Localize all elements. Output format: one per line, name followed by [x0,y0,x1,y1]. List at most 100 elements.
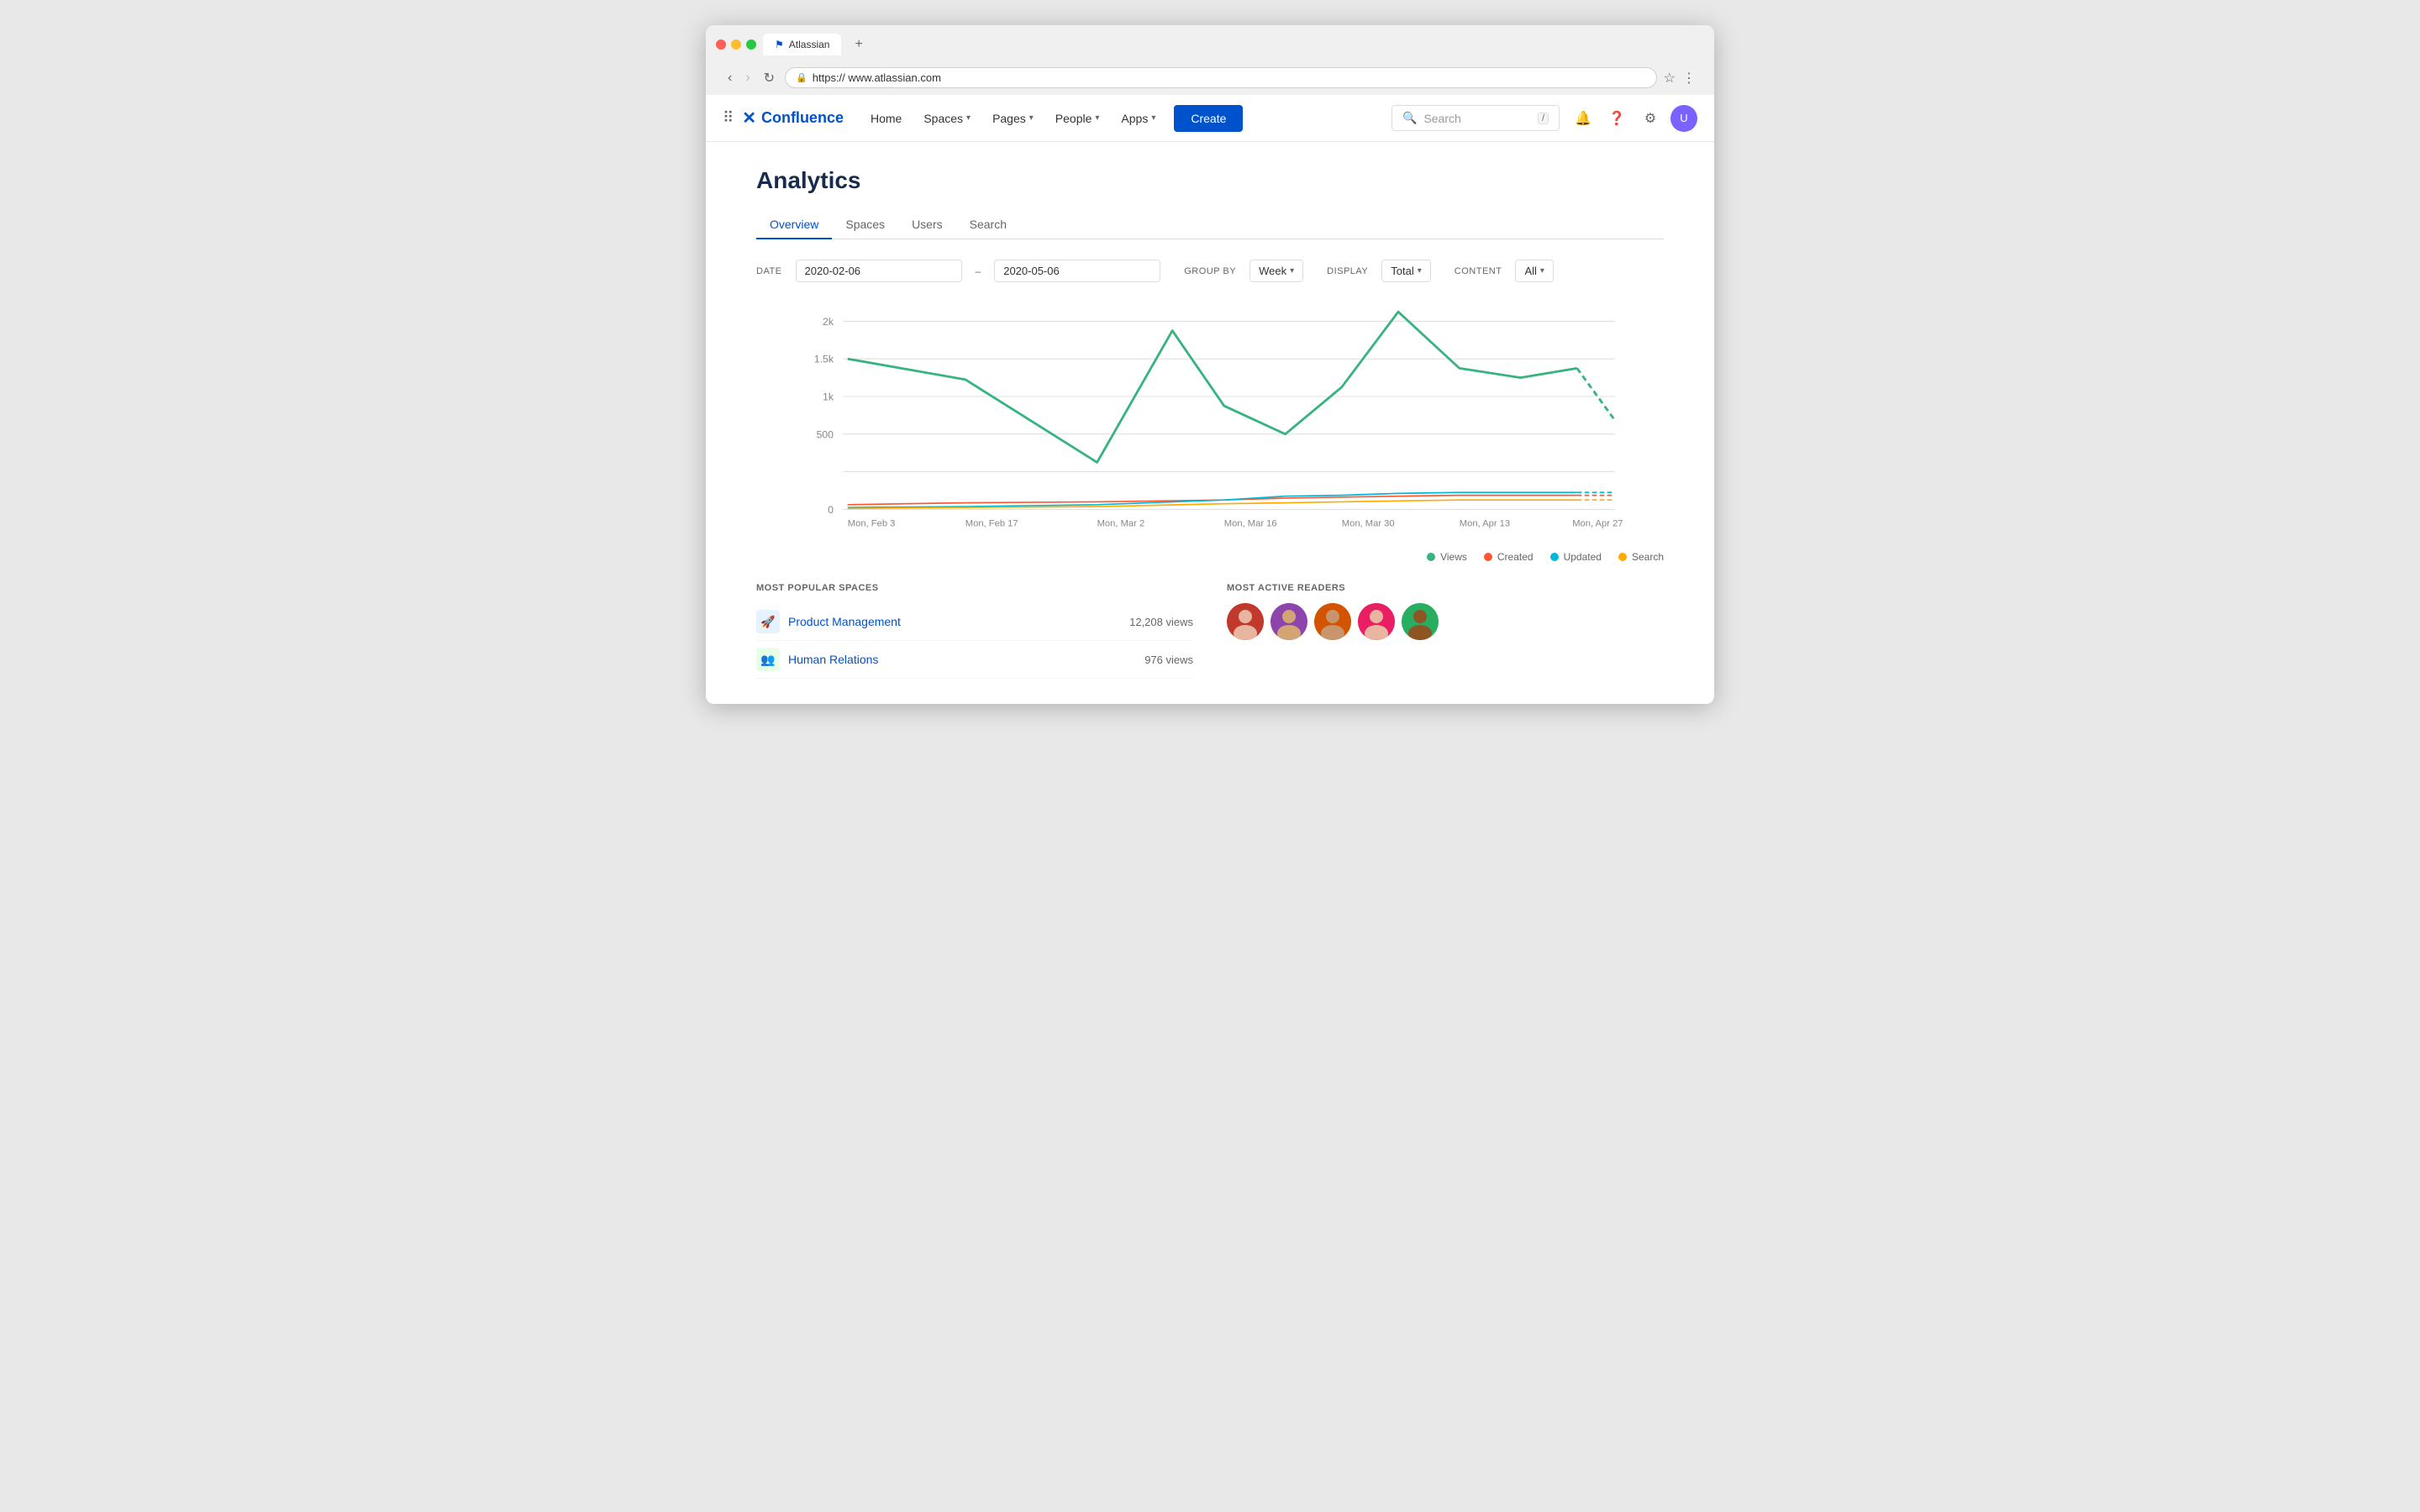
svg-text:Mon, Mar 2: Mon, Mar 2 [1097,519,1145,529]
nav-people[interactable]: People ▾ [1045,105,1110,132]
product-space-name[interactable]: Product Management [788,615,1121,628]
product-space-views: 12,208 views [1129,616,1193,628]
tab-spaces[interactable]: Spaces [832,211,898,239]
svg-text:1.5k: 1.5k [814,354,834,365]
legend-updated: Updated [1550,551,1602,563]
created-label: Created [1497,551,1534,563]
logo-text: Confluence [761,109,844,127]
group-by-label: GROUP BY [1184,266,1236,276]
legend-views: Views [1427,551,1467,563]
help-button[interactable]: ❓ [1603,105,1630,132]
nav-pages[interactable]: Pages ▾ [982,105,1044,132]
apps-label: Apps [1121,112,1148,125]
back-button[interactable]: ‹ [724,69,735,87]
display-label: DISPLAY [1327,266,1368,276]
updated-label: Updated [1564,551,1602,563]
nav-spaces[interactable]: Spaces ▾ [913,105,981,132]
grid-icon[interactable]: ⠿ [723,109,734,127]
settings-button[interactable]: ⚙ [1637,105,1664,132]
product-space-icon: 🚀 [756,610,780,633]
search-icon: 🔍 [1402,111,1417,125]
people-label: People [1055,112,1092,125]
hr-space-icon: 👥 [756,648,780,671]
search-legend-label: Search [1632,551,1664,563]
more-options-icon[interactable]: ⋮ [1682,70,1696,87]
notifications-button[interactable]: 🔔 [1570,105,1597,132]
date-label: DATE [756,266,782,276]
confluence-logo[interactable]: ✕ Confluence [742,108,844,129]
address-bar[interactable]: 🔒 https:// www.atlassian.com [785,67,1657,88]
date-from-input[interactable] [796,260,962,282]
reader-avatar-4[interactable] [1358,603,1395,640]
reader-avatar-3[interactable] [1314,603,1351,640]
search-shortcut: / [1538,113,1549,124]
spaces-chevron: ▾ [966,113,971,123]
active-readers-section: MOST ACTIVE READERS [1227,583,1664,679]
people-chevron: ▾ [1095,113,1099,123]
tab-search[interactable]: Search [956,211,1020,239]
new-tab-button[interactable]: + [848,34,869,55]
date-to-input[interactable] [994,260,1160,282]
maximize-button[interactable] [746,39,756,50]
forward-button[interactable]: › [742,69,753,87]
close-button[interactable] [716,39,726,50]
nav-links: Home Spaces ▾ Pages ▾ People ▾ Apps ▾ Cr… [860,105,1388,132]
tab-title: Atlassian [789,39,830,50]
svg-text:Mon, Mar 30: Mon, Mar 30 [1342,519,1395,529]
apps-chevron: ▾ [1151,113,1155,123]
create-button[interactable]: Create [1174,105,1243,132]
main-content: Analytics Overview Spaces Users Search D… [706,142,1714,704]
svg-text:2k: 2k [823,316,834,328]
svg-text:500: 500 [816,428,834,440]
svg-text:Mon, Feb 3: Mon, Feb 3 [848,519,896,529]
minimize-button[interactable] [731,39,741,50]
tab-overview[interactable]: Overview [756,211,832,239]
popular-spaces-title: MOST POPULAR SPACES [756,583,1193,593]
legend-search: Search [1618,551,1664,563]
home-label: Home [871,112,902,125]
readers-avatars [1227,603,1664,640]
browser-tab[interactable]: ⚑ Atlassian [763,34,841,55]
nav-apps[interactable]: Apps ▾ [1111,105,1165,132]
space-item-hr: 👥 Human Relations 976 views [756,641,1193,679]
popular-spaces-section: MOST POPULAR SPACES 🚀 Product Management… [756,583,1193,679]
updated-dot [1550,553,1559,561]
group-by-value: Week [1259,265,1286,277]
bookmark-icon[interactable]: ☆ [1664,70,1676,87]
reader-avatar-1[interactable] [1227,603,1264,640]
reader-avatar-5[interactable] [1402,603,1439,640]
svg-text:0: 0 [828,504,834,516]
hr-space-name[interactable]: Human Relations [788,653,1136,666]
legend-created: Created [1484,551,1534,563]
spaces-label: Spaces [923,112,963,125]
active-readers-title: MOST ACTIVE READERS [1227,583,1664,593]
display-chevron: ▾ [1418,266,1422,276]
search-placeholder: Search [1423,112,1460,125]
svg-text:Mon, Feb 17: Mon, Feb 17 [965,519,1018,529]
page-title: Analytics [756,167,1664,194]
svg-text:Mon, Mar 16: Mon, Mar 16 [1224,519,1277,529]
group-by-dropdown[interactable]: Week ▾ [1249,260,1303,282]
views-dot [1427,553,1435,561]
display-dropdown[interactable]: Total ▾ [1381,260,1431,282]
reload-button[interactable]: ↻ [760,68,778,88]
group-by-chevron: ▾ [1290,266,1294,276]
bottom-sections: MOST POPULAR SPACES 🚀 Product Management… [756,583,1664,679]
tab-users[interactable]: Users [898,211,956,239]
reader-avatar-2[interactable] [1270,603,1307,640]
analytics-tabs: Overview Spaces Users Search [756,211,1664,239]
svg-text:Mon, Apr 13: Mon, Apr 13 [1460,519,1510,529]
content-chevron: ▾ [1540,266,1544,276]
created-dot [1484,553,1492,561]
content-dropdown[interactable]: All ▾ [1515,260,1553,282]
display-value: Total [1391,265,1413,277]
nav-home[interactable]: Home [860,105,912,132]
user-avatar[interactable]: U [1670,105,1697,132]
date-separator: – [976,265,981,277]
search-bar[interactable]: 🔍 Search / [1392,105,1560,131]
pages-chevron: ▾ [1029,113,1034,123]
space-item-product: 🚀 Product Management 12,208 views [756,603,1193,641]
views-label: Views [1440,551,1467,563]
chart-container: 2k 1.5k 1k 500 0 Mon, Feb 3 Mon, Feb 17 … [756,302,1664,538]
search-dot [1618,553,1627,561]
